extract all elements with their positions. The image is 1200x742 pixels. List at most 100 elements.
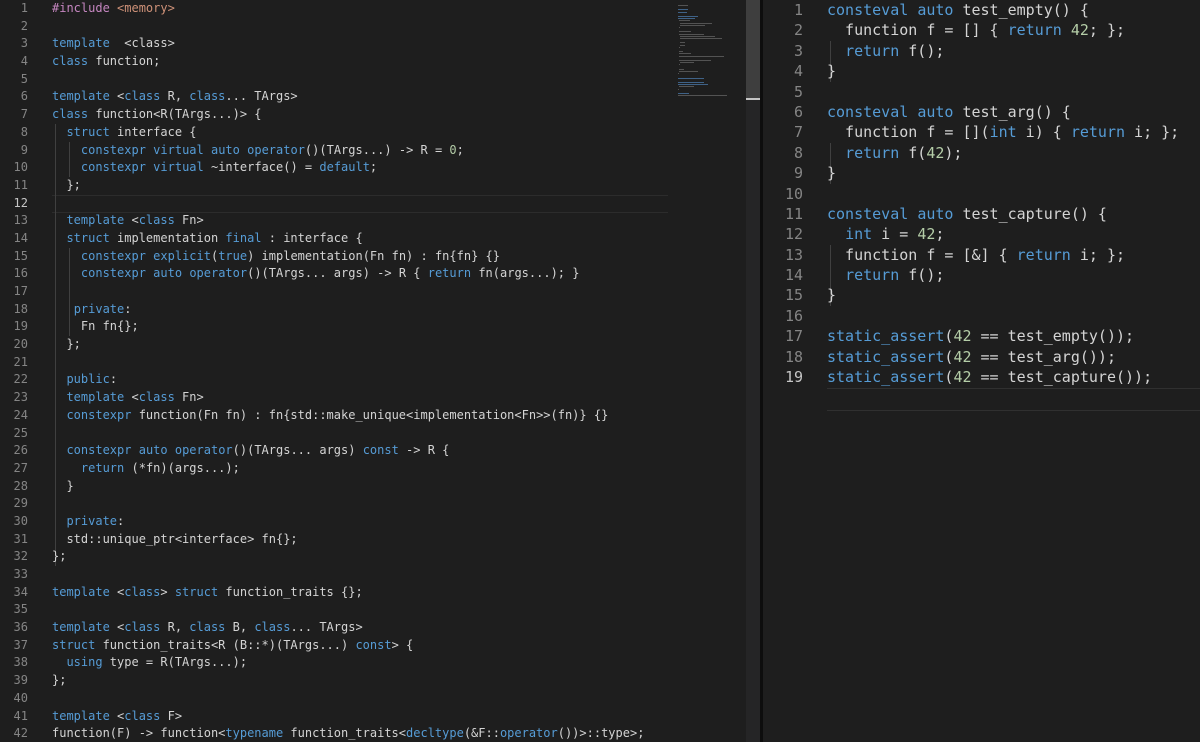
code-line[interactable]: 17 static_assert(42 == test_empty()); xyxy=(763,326,1200,346)
scrollbar-thumb[interactable] xyxy=(746,0,760,98)
code-line[interactable]: 14 struct implementation final : interfa… xyxy=(0,230,672,248)
code-line[interactable]: 28 } xyxy=(0,478,672,496)
code-line[interactable]: 5 xyxy=(0,71,672,89)
code-line[interactable]: 19 static_assert(42 == test_capture()); xyxy=(763,367,1200,387)
line-number: 13 xyxy=(784,245,803,264)
right-code-editor[interactable]: 1 consteval auto test_empty() {2 function… xyxy=(763,0,1200,742)
vertical-scrollbar[interactable] xyxy=(746,0,760,742)
code-token: class xyxy=(124,584,161,599)
code-line[interactable]: 8 struct interface { xyxy=(0,124,672,142)
code-token: static_assert xyxy=(827,368,945,387)
line-number: 30 xyxy=(13,513,28,528)
code-line[interactable]: 22 public: xyxy=(0,371,672,389)
code-line[interactable]: 7 class function<R(TArgs...)> { xyxy=(0,106,672,124)
code-token: return xyxy=(1070,123,1126,142)
code-line[interactable]: 15} xyxy=(763,285,1200,305)
line-number: 3 xyxy=(793,41,803,60)
code-line[interactable]: 12 xyxy=(0,195,672,213)
minimap-line xyxy=(679,60,711,61)
code-line[interactable]: 2 function f = [] { return 42; }; xyxy=(763,20,1200,40)
code-line[interactable]: 25 xyxy=(0,425,672,443)
code-line[interactable]: 18 static_assert(42 == test_arg()); xyxy=(763,347,1200,367)
code-line[interactable]: 15 constexpr explicit(true) implementati… xyxy=(0,248,672,266)
code-line[interactable]: 3 template <class> xyxy=(0,35,672,53)
code-line[interactable]: 34 template <class> struct function_trait… xyxy=(0,584,672,602)
code-line[interactable]: 11 }; xyxy=(0,177,672,195)
line-number: 41 xyxy=(13,708,28,723)
code-line[interactable]: 27 return (*fn)(args...); xyxy=(0,460,672,478)
code-token: }; xyxy=(52,337,81,352)
code-line[interactable]: 7 function f = [](int i) { return i; }; xyxy=(763,122,1200,142)
code-line[interactable]: 36 template <class R, class B, class... T… xyxy=(0,619,672,637)
code-line[interactable]: 23 template <class Fn> xyxy=(0,389,672,407)
line-number: 32 xyxy=(13,549,28,564)
code-token: return xyxy=(80,460,125,475)
code-token: : xyxy=(124,301,132,316)
code-line[interactable]: 6 template <class R, class... TArgs> xyxy=(0,88,672,106)
code-line[interactable]: 40 xyxy=(0,690,672,708)
code-line[interactable]: 20 }; xyxy=(0,336,672,354)
minimap-line xyxy=(679,86,695,88)
code-line[interactable]: 32}; xyxy=(0,548,672,566)
code-text: constexpr auto operator()(TArgs... args)… xyxy=(52,442,449,460)
code-token: ; }; xyxy=(1088,21,1126,40)
line-number: 37 xyxy=(13,637,28,652)
code-line[interactable]: 38 using type = R(TArgs...); xyxy=(0,654,672,672)
code-line[interactable]: 39}; xyxy=(0,672,672,690)
code-line[interactable]: 41 template <class F> xyxy=(0,708,672,726)
code-line[interactable]: 16 xyxy=(763,306,1200,326)
code-line[interactable]: 10 constexpr virtual ~interface() = defa… xyxy=(0,159,672,177)
code-line[interactable]: 3 return f(); xyxy=(763,41,1200,61)
code-line[interactable]: 9 constexpr virtual auto operator()(TArg… xyxy=(0,142,672,160)
code-token: (*fn)(args...); xyxy=(124,460,240,475)
code-line[interactable]: 9} xyxy=(763,163,1200,183)
code-line[interactable]: 16 constexpr auto operator()(TArgs... ar… xyxy=(0,265,672,283)
code-token: <memory> xyxy=(117,1,175,15)
minimap[interactable] xyxy=(672,0,746,742)
code-line[interactable]: 42 function(F) -> function<typename funct… xyxy=(0,725,672,742)
code-token: F> xyxy=(160,708,183,723)
code-line[interactable]: 8 return f(42); xyxy=(763,143,1200,163)
code-line[interactable]: 29 xyxy=(0,495,672,513)
code-token: operator xyxy=(247,142,305,157)
code-token: 0 xyxy=(449,142,457,157)
left-code-editor[interactable]: 1 #include <memory> 2 3 template <class> 4 cla… xyxy=(0,0,672,742)
code-text: template <class F> xyxy=(52,708,182,726)
code-line[interactable]: 13 template <class Fn> xyxy=(0,212,672,230)
minimap-line xyxy=(679,31,691,33)
code-line[interactable]: 33 xyxy=(0,566,672,584)
code-text: } xyxy=(827,61,836,81)
code-line[interactable]: 4 class function; xyxy=(0,53,672,71)
code-line[interactable]: 37 struct function_traits<R (B::*)(TArgs.… xyxy=(0,637,672,655)
code-token: > { xyxy=(391,637,414,652)
minimap-line xyxy=(678,5,689,6)
code-line[interactable]: 17 xyxy=(0,283,672,301)
code-line[interactable]: 10 xyxy=(763,184,1200,204)
code-line[interactable]: 6 consteval auto test_arg() { xyxy=(763,102,1200,122)
code-line[interactable]: 14 return f(); xyxy=(763,265,1200,285)
code-token: consteval xyxy=(827,204,909,223)
code-line[interactable]: 19 Fn fn{}; xyxy=(0,318,672,336)
code-line[interactable]: 5 xyxy=(763,82,1200,102)
code-line[interactable]: 2 xyxy=(0,18,672,36)
line-number: 20 xyxy=(13,337,28,352)
code-line[interactable]: 30 private: xyxy=(0,513,672,531)
line-number: 19 xyxy=(784,368,803,387)
code-line[interactable]: 18 private: xyxy=(0,301,672,319)
code-token: -> R { xyxy=(398,443,450,458)
code-line[interactable]: 1 #include <memory> xyxy=(0,0,672,18)
code-line[interactable]: 11 consteval auto test_capture() { xyxy=(763,204,1200,224)
code-line[interactable]: 26 constexpr auto operator()(TArgs... ar… xyxy=(0,442,672,460)
code-line[interactable]: 4} xyxy=(763,61,1200,81)
code-line[interactable]: 12 int i = 42; xyxy=(763,224,1200,244)
code-line[interactable]: 31 std::unique_ptr<interface> fn{}; xyxy=(0,531,672,549)
code-line[interactable]: 21 xyxy=(0,354,672,372)
code-text: return (*fn)(args...); xyxy=(52,460,240,478)
code-line[interactable]: 13 function f = [&] { return i; }; xyxy=(763,245,1200,265)
code-line[interactable]: 24 constexpr function(Fn fn) : fn{std::m… xyxy=(0,407,672,425)
code-line[interactable]: 1 consteval auto test_empty() { xyxy=(763,0,1200,20)
code-line[interactable]: 35 xyxy=(0,601,672,619)
